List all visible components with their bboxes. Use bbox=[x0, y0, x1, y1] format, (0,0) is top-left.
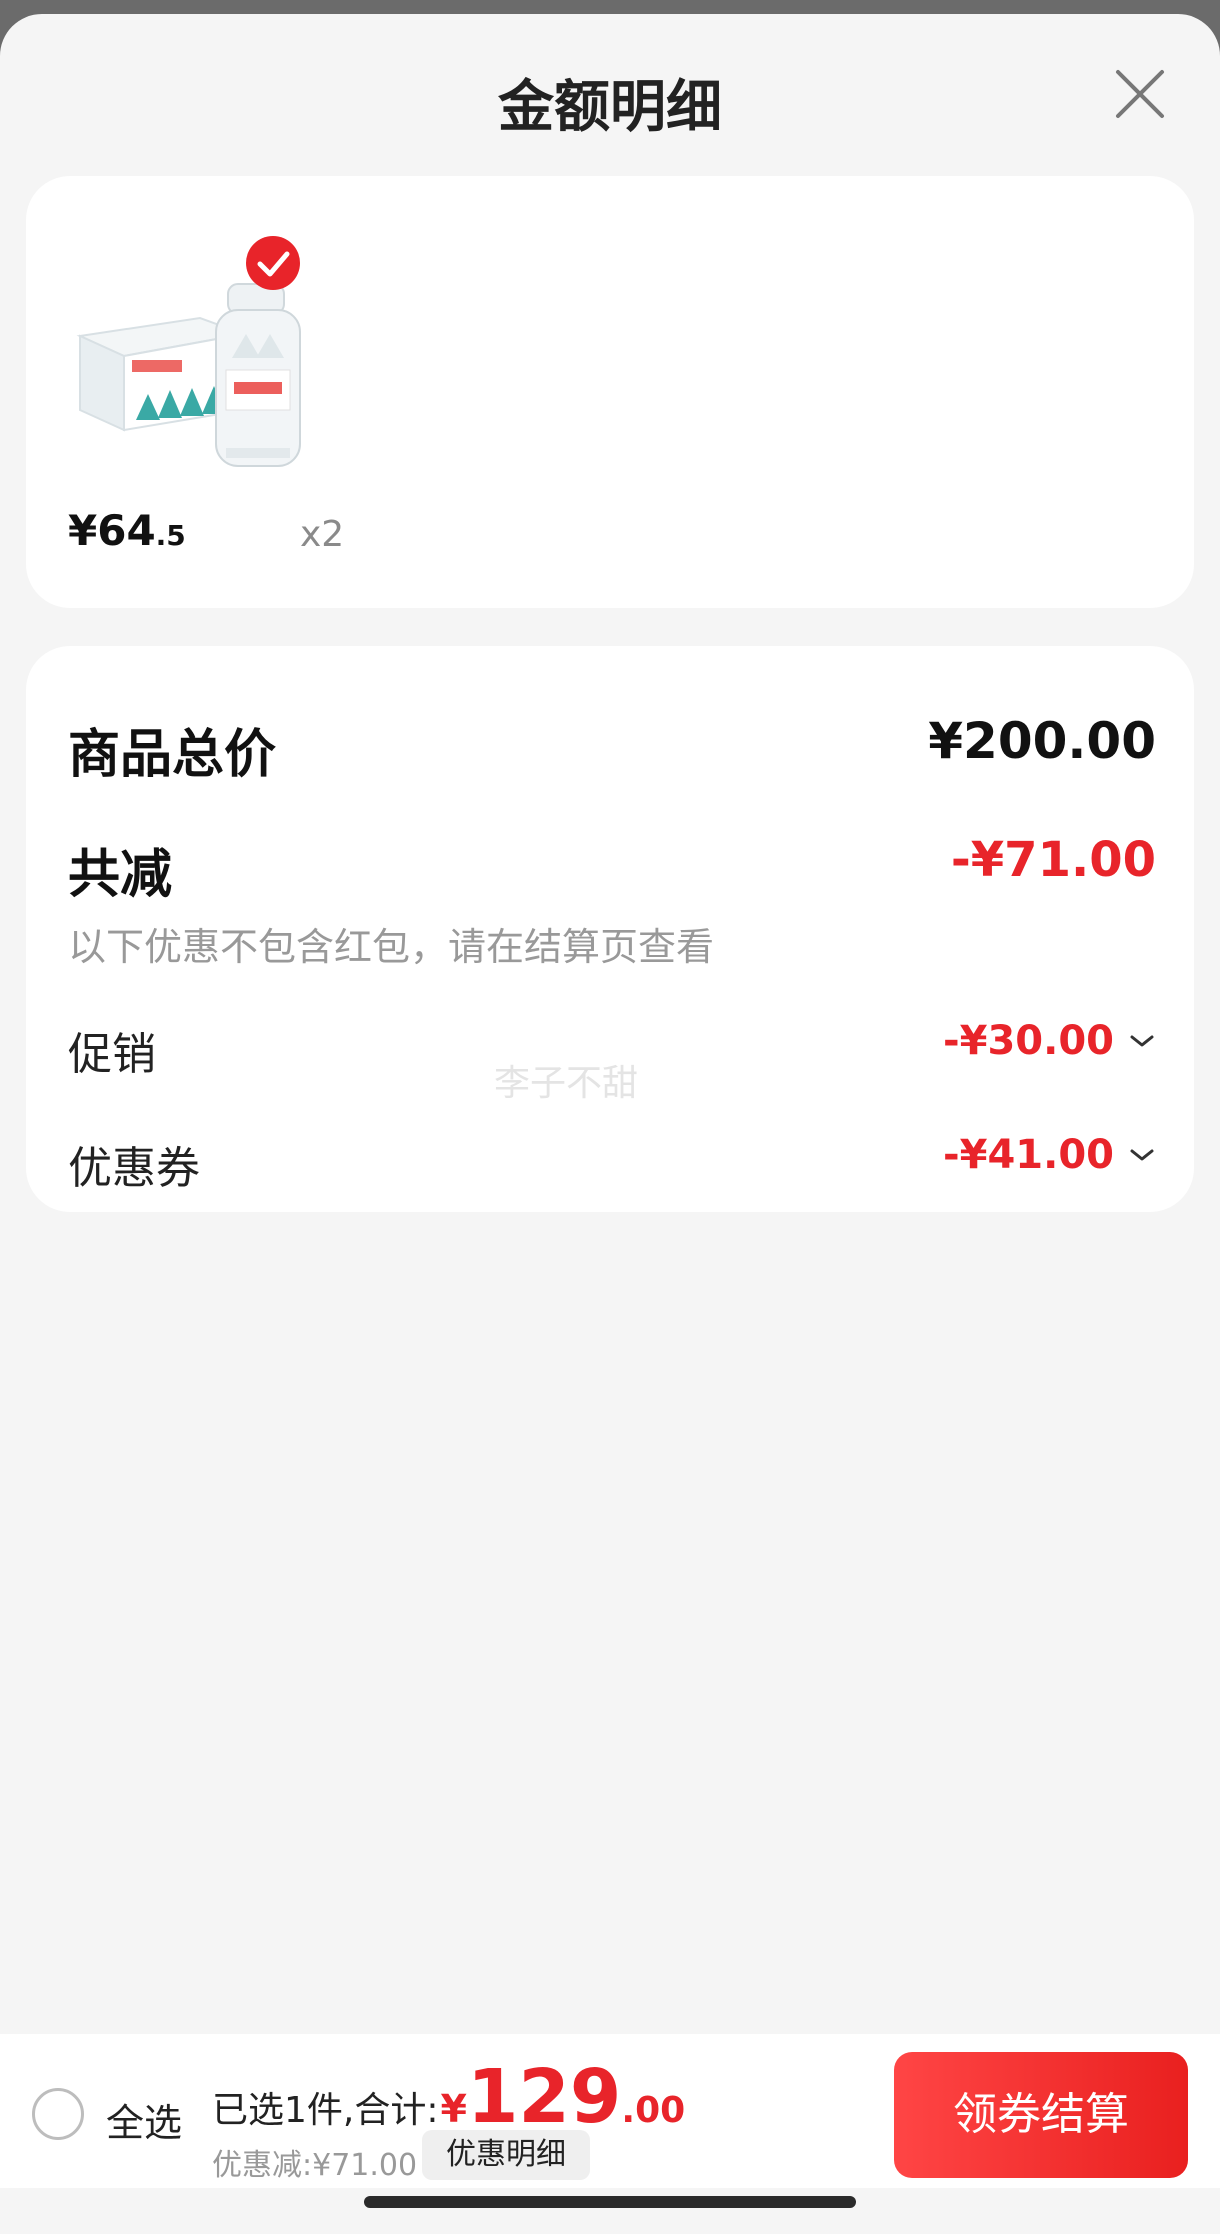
chevron-down-icon[interactable] bbox=[1128, 1145, 1156, 1165]
product-price: ¥64.5 bbox=[68, 506, 186, 555]
total-price-row: 商品总价 ¥200.00 bbox=[68, 712, 1156, 785]
selected-count-text: 已选1件,合计: bbox=[212, 2090, 439, 2131]
total-price-value: ¥200.00 bbox=[928, 712, 1156, 770]
coupon-amount: -¥41.00 bbox=[943, 1132, 1114, 1178]
close-icon[interactable] bbox=[1112, 66, 1168, 122]
coupon-value[interactable]: -¥41.00 bbox=[943, 1132, 1156, 1178]
check-badge-icon bbox=[246, 236, 300, 290]
select-all-radio[interactable] bbox=[32, 2088, 84, 2140]
total-amount-int: 129 bbox=[466, 2054, 622, 2140]
product-price-dec: .5 bbox=[155, 519, 186, 552]
discount-detail-button[interactable]: 优惠明细 bbox=[422, 2130, 590, 2180]
summary-card: 商品总价 ¥200.00 共减 -¥71.00 以下优惠不包含红包，请在结算页查… bbox=[26, 646, 1194, 1212]
total-reduce-row: 共减 -¥71.00 bbox=[68, 832, 1156, 905]
select-all-label[interactable]: 全选 bbox=[106, 2092, 182, 2147]
total-reduce-value: -¥71.00 bbox=[950, 832, 1156, 888]
promo-amount: -¥30.00 bbox=[943, 1018, 1114, 1064]
checkout-button[interactable]: 领券结算 bbox=[894, 2052, 1188, 2178]
watermark: 李子不甜 bbox=[494, 1063, 639, 1104]
total-currency: ¥ bbox=[440, 2087, 467, 2131]
page-title: 金额明细 bbox=[498, 75, 722, 140]
home-indicator bbox=[364, 2196, 856, 2208]
amount-detail-sheet: 金额明细 ¥64.5 x2 商品总价 ¥200.00 共减 -¥71.00 以下… bbox=[0, 14, 1220, 2234]
product-card: ¥64.5 x2 bbox=[26, 176, 1194, 608]
product-price-int: ¥64 bbox=[68, 506, 156, 555]
promo-value[interactable]: -¥30.00 bbox=[943, 1018, 1156, 1064]
total-price-label: 商品总价 bbox=[68, 725, 277, 785]
discount-note: 以下优惠不包含红包，请在结算页查看 bbox=[68, 925, 715, 969]
product-quantity: x2 bbox=[300, 514, 345, 555]
sheet-header: 金额明细 bbox=[0, 14, 1220, 190]
total-reduce-label: 共减 bbox=[68, 845, 173, 905]
promo-label: 促销 bbox=[68, 1029, 156, 1080]
coupon-row[interactable]: 优惠券 -¥41.00 bbox=[68, 1132, 1156, 1202]
discount-summary: 优惠减:¥71.00 bbox=[212, 2148, 418, 2183]
coupon-label: 优惠券 bbox=[68, 1143, 200, 1194]
checkout-bar: 全选 已选1件,合计: ¥ 129 .00 优惠减:¥71.00 优惠明细 领券… bbox=[0, 2034, 1220, 2188]
total-amount-dec: .00 bbox=[621, 2090, 686, 2131]
chevron-down-icon[interactable] bbox=[1128, 1031, 1156, 1051]
total-line: 已选1件,合计: ¥ 129 .00 bbox=[212, 2054, 685, 2140]
